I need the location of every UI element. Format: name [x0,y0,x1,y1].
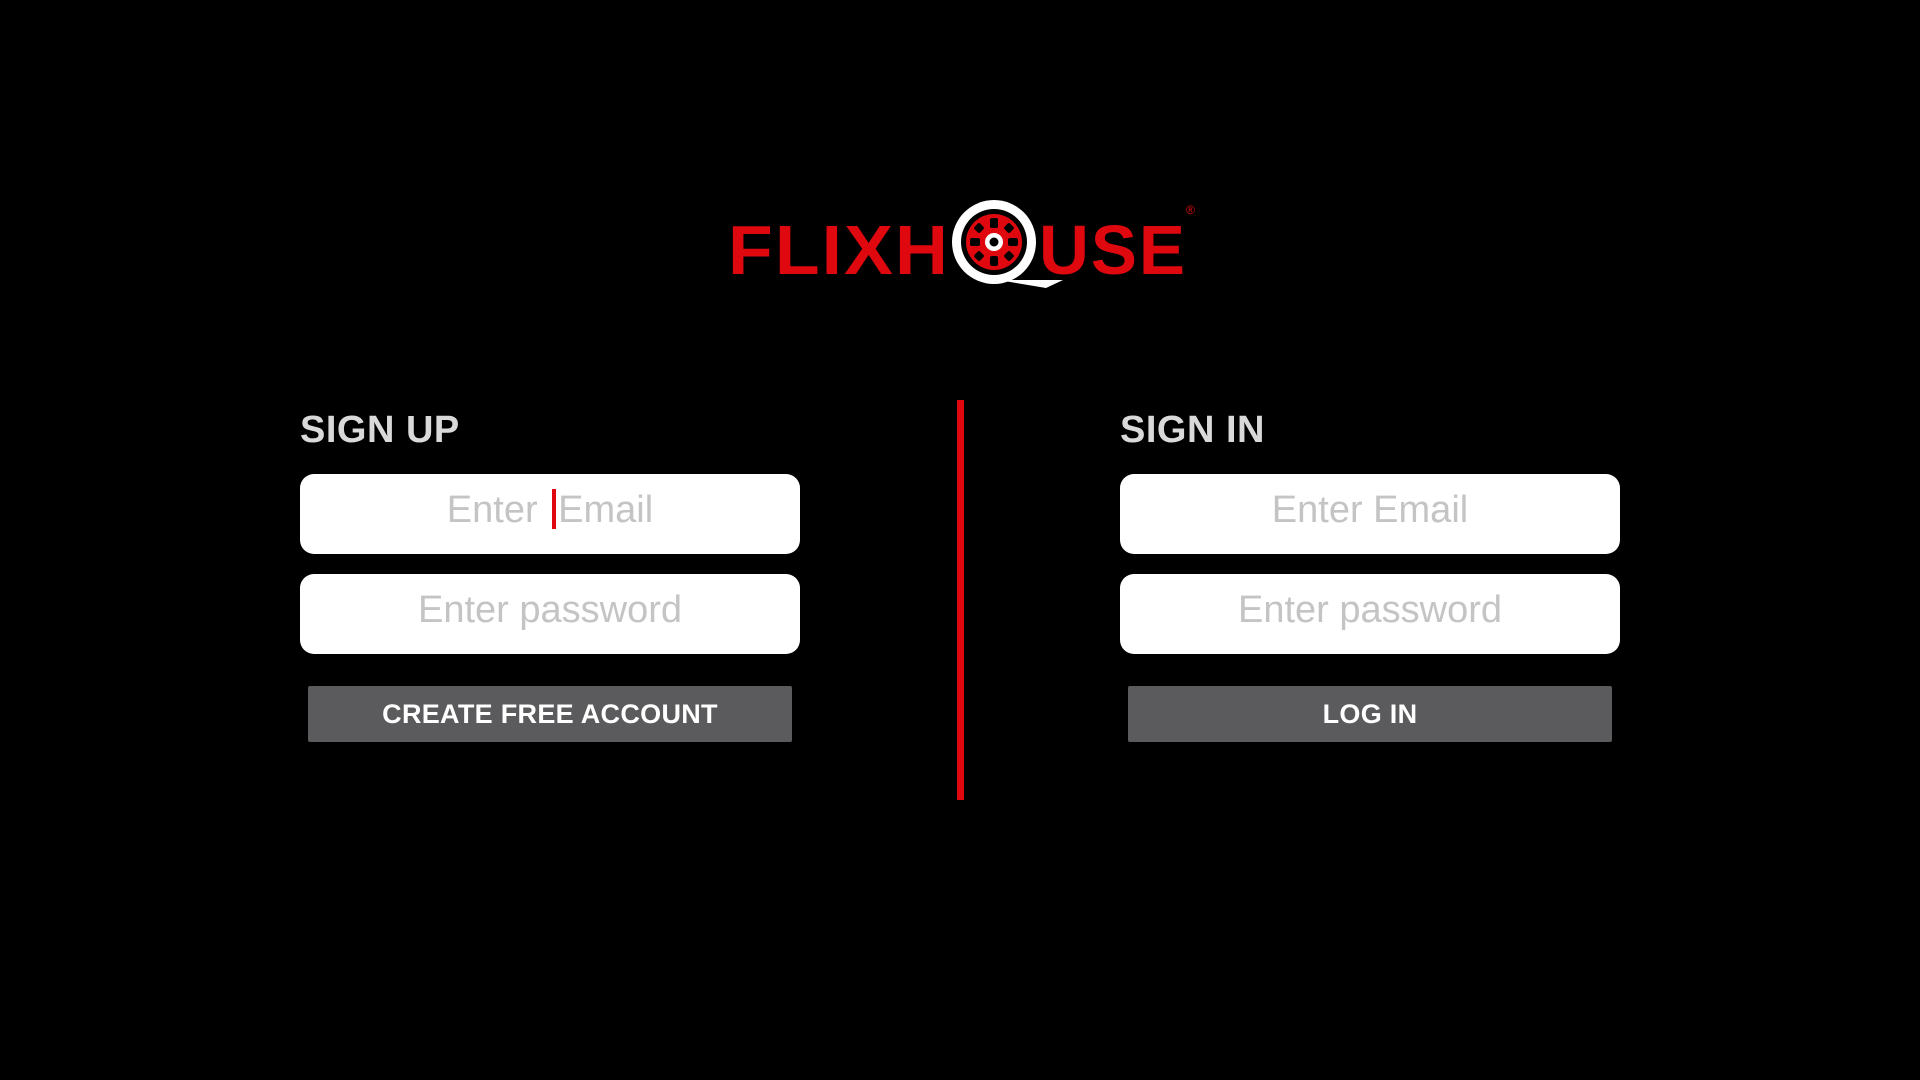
svg-text:FLIXH: FLIXH [728,211,950,289]
text-cursor [552,488,557,529]
signin-email-placeholder: Enter Email [1271,489,1469,531]
log-in-button[interactable]: LOG IN [1128,686,1612,742]
signup-panel: SIGN UP Enter Email Enter password CREAT… [300,400,800,742]
signin-password-placeholder: Enter password [1237,589,1502,631]
signup-title: SIGN UP [300,409,460,451]
flixhouse-logo: FLIXH USE ® [728,196,1198,290]
signup-password-field[interactable]: Enter password [300,574,800,654]
signup-password-placeholder: Enter password [417,589,682,631]
signin-title: SIGN IN [1120,409,1265,451]
signin-email-field[interactable]: Enter Email [1120,474,1620,554]
create-free-account-button[interactable]: CREATE FREE ACCOUNT [308,686,792,742]
signup-email-field[interactable]: Enter Email [300,474,800,554]
login-screen: FLIXH USE ® SIGN UP Enter Email Enter pa… [0,0,1920,1080]
logo-text: USE [1039,211,1187,289]
signup-email-placeholder-end: Email [558,489,654,531]
signin-password-field[interactable]: Enter password [1120,574,1620,654]
svg-text:®: ® [1186,203,1195,217]
signup-email-placeholder-start: Enter [446,489,549,531]
section-divider [957,400,964,800]
signin-panel: SIGN IN Enter Email Enter password LOG I… [1120,400,1620,742]
